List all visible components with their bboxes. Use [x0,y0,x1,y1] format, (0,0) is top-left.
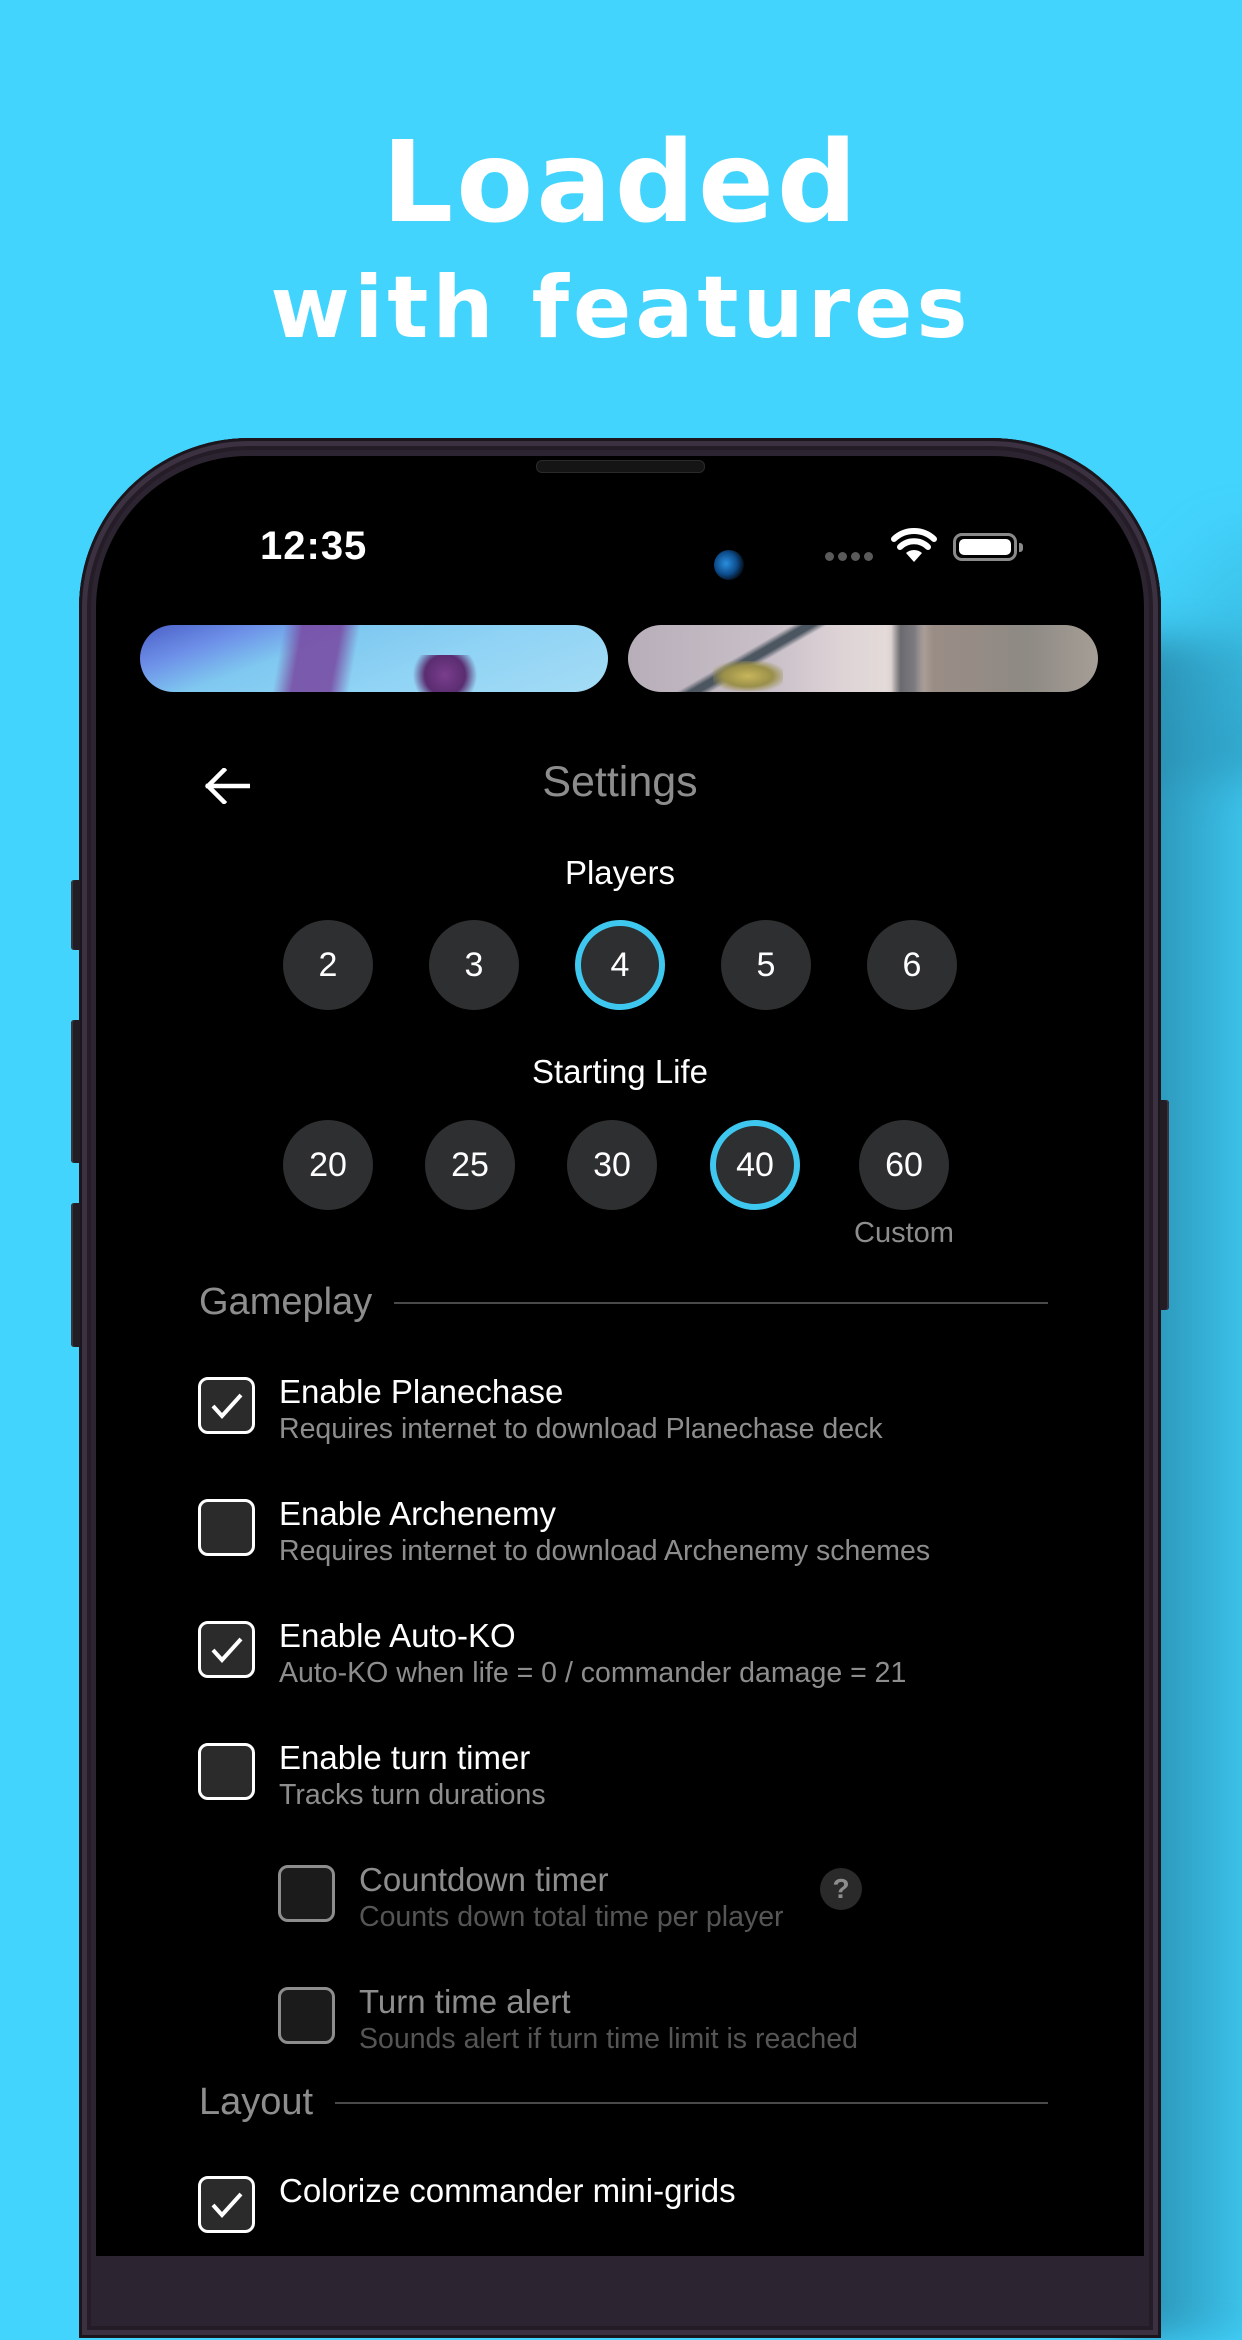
check-icon [211,1393,242,1419]
players-option-label: 3 [464,945,484,984]
headline-primary: Loaded [381,118,861,248]
life-option-60[interactable]: 60 [859,1120,949,1210]
setting-title: Enable turn timer [279,1739,531,1776]
phone-action-button [71,880,80,950]
card-art-banner-right[interactable] [628,625,1098,692]
life-option-20[interactable]: 20 [283,1120,373,1210]
checkbox-checked[interactable] [198,1377,255,1434]
phone-power-button [1160,1100,1169,1310]
front-camera [714,550,744,580]
setting-title: Enable Planechase [279,1373,564,1410]
life-option-label: 40 [736,1145,774,1184]
setting-enable-planechase[interactable]: Enable Planechase Requires internet to d… [198,1373,883,1447]
section-divider [394,1301,1048,1304]
starting-life-label: Starting Life [531,1053,709,1090]
check-icon [211,1637,242,1663]
help-icon[interactable]: ? [820,1868,862,1910]
setting-subtitle: Counts down total time per player [359,1901,784,1933]
life-option-30[interactable]: 30 [567,1120,657,1210]
page-title: Settings [542,758,698,806]
wifi-icon [891,528,937,562]
checkbox-unchecked[interactable] [198,1499,255,1556]
players-label: Players [564,854,676,891]
players-option-6[interactable]: 6 [867,920,957,1010]
earpiece-speaker [536,460,705,473]
setting-subtitle: Sounds alert if turn time limit is reach… [359,2023,858,2055]
setting-colorize-commander-mini-grids[interactable]: Colorize commander mini-grids [198,2172,736,2233]
section-label: Layout [199,2081,314,2123]
section-header-gameplay: Gameplay [199,1281,1048,1324]
players-option-label: 4 [610,945,630,984]
phone-volume-up-button [71,1020,80,1163]
setting-enable-turn-timer[interactable]: Enable turn timer Tracks turn durations [198,1739,546,1813]
status-bar-time: 12:35 [260,524,368,568]
setting-title: Enable Archenemy [279,1495,557,1532]
headline-secondary: with features [270,258,972,358]
players-option-2[interactable]: 2 [283,920,373,1010]
players-option-label: 6 [902,945,922,984]
setting-subtitle: Requires internet to download Planechase… [279,1413,883,1445]
life-option-label: 30 [593,1145,631,1184]
life-option-label: 25 [451,1145,489,1184]
checkbox-unchecked-disabled[interactable] [278,1987,335,2044]
setting-title: Colorize commander mini-grids [279,2172,736,2209]
section-label: Gameplay [199,1281,373,1323]
app-screen: 12:35 Settings Players 2 3 4 5 6 Startin… [96,456,1144,2256]
setting-subtitle: Tracks turn durations [279,1779,546,1811]
checkbox-checked[interactable] [198,1621,255,1678]
check-icon [211,2192,242,2218]
life-option-25[interactable]: 25 [425,1120,515,1210]
setting-title: Enable Auto-KO [279,1617,516,1654]
life-option-label: 20 [309,1145,347,1184]
players-option-label: 5 [756,945,776,984]
life-option-label: 60 [885,1145,923,1184]
setting-countdown-timer[interactable]: Countdown timer Counts down total time p… [278,1861,784,1935]
custom-life-label[interactable]: Custom [834,1217,974,1250]
players-option-3[interactable]: 3 [429,920,519,1010]
section-header-layout: Layout [199,2081,1048,2124]
setting-subtitle: Auto-KO when life = 0 / commander damage… [279,1657,907,1689]
section-divider [335,2101,1048,2104]
checkbox-unchecked-disabled[interactable] [278,1865,335,1922]
checkbox-checked[interactable] [198,2176,255,2233]
setting-enable-auto-ko[interactable]: Enable Auto-KO Auto-KO when life = 0 / c… [198,1617,906,1691]
signal-dots-icon [825,552,873,561]
setting-turn-time-alert[interactable]: Turn time alert Sounds alert if turn tim… [278,1983,858,2057]
setting-subtitle: Requires internet to download Archenemy … [279,1535,931,1567]
setting-enable-archenemy[interactable]: Enable Archenemy Requires internet to do… [198,1495,930,1569]
life-option-40[interactable]: 40 [710,1120,800,1210]
phone-volume-down-button [71,1203,80,1347]
setting-title: Countdown timer [359,1861,609,1898]
card-art-banner-left[interactable] [140,625,608,692]
players-option-4[interactable]: 4 [575,920,665,1010]
checkbox-unchecked[interactable] [198,1743,255,1800]
setting-title: Turn time alert [359,1983,571,2020]
players-option-5[interactable]: 5 [721,920,811,1010]
battery-icon [953,533,1023,561]
players-option-label: 2 [318,945,338,984]
